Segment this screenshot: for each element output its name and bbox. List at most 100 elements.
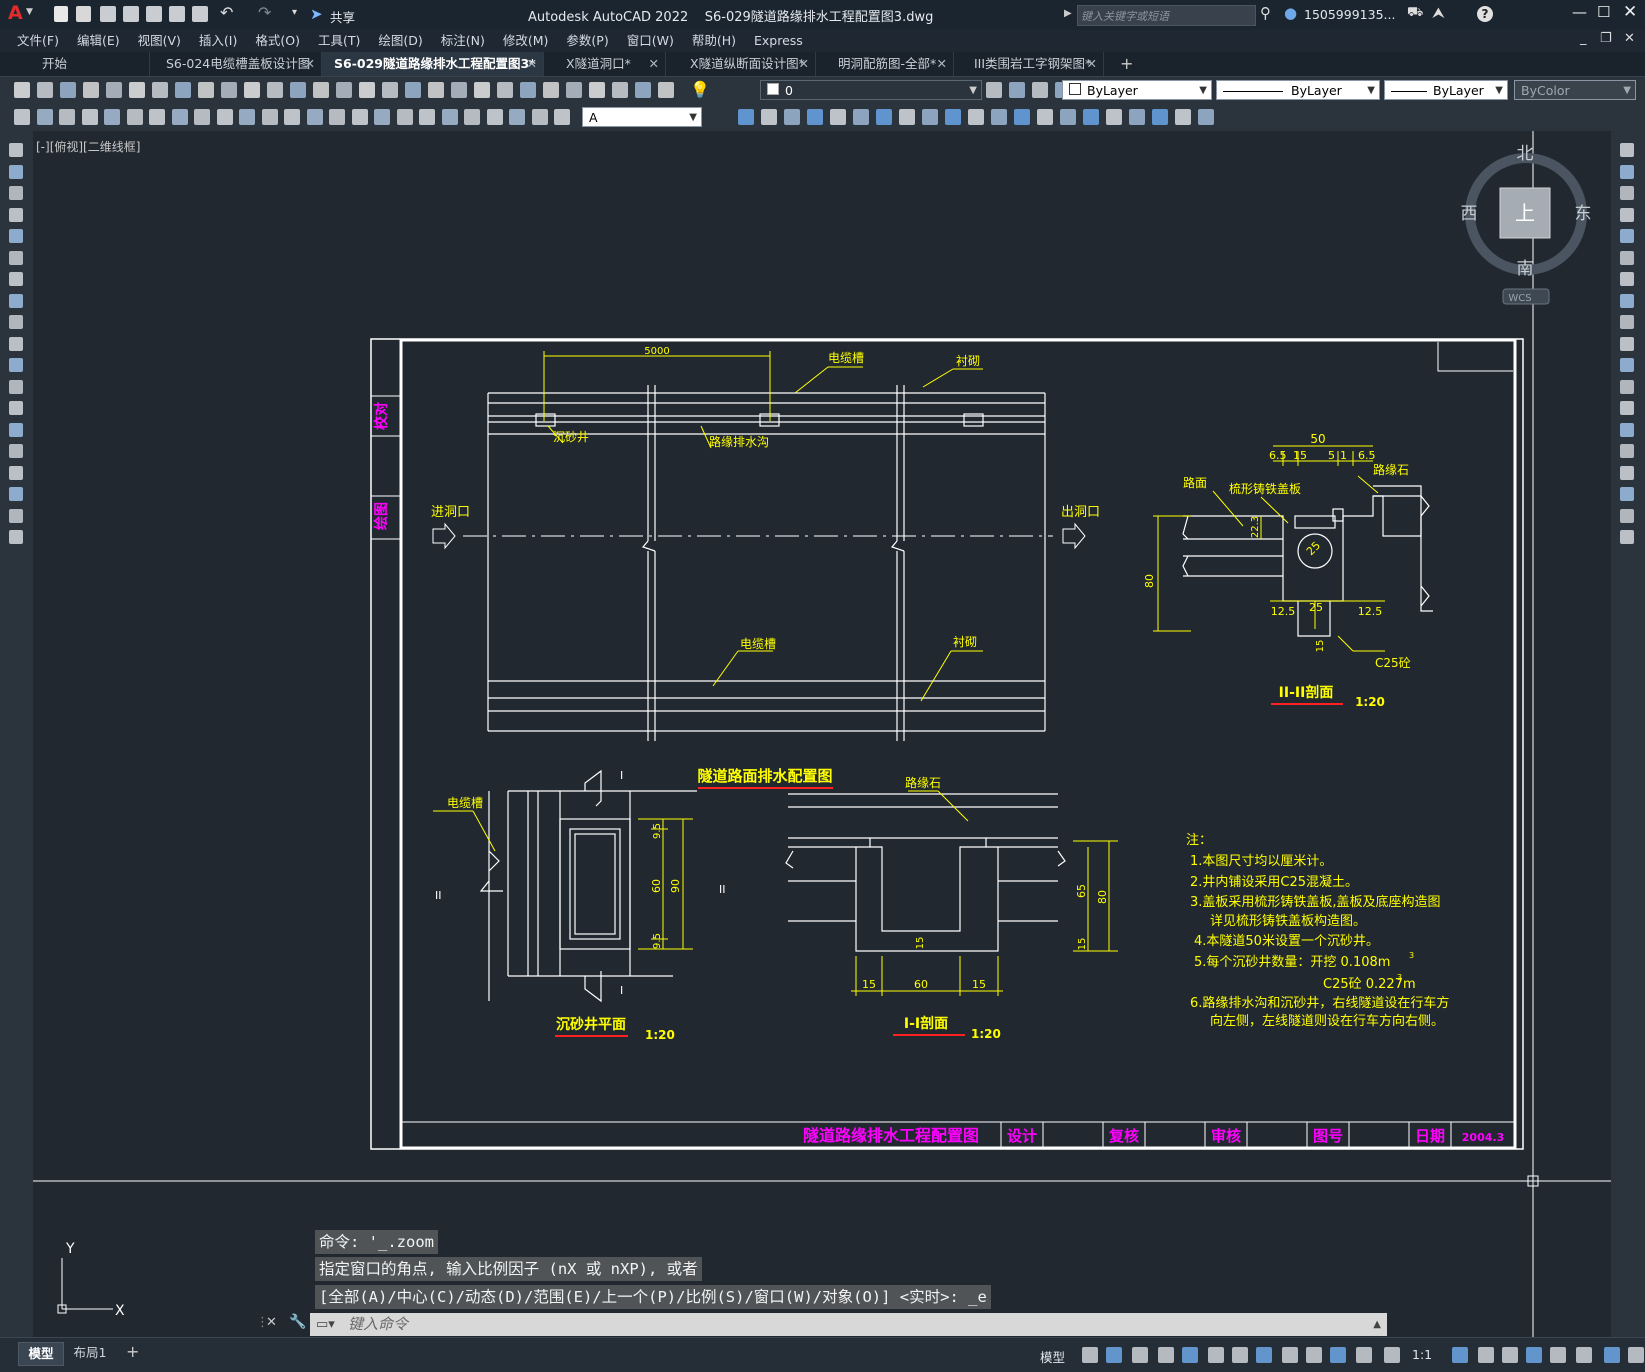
maximize-icon[interactable]: ☐	[1597, 3, 1610, 21]
match-icon[interactable]	[221, 82, 237, 98]
autocad-logo[interactable]: A	[8, 2, 23, 24]
menu-item[interactable]: 绘图(D)	[369, 30, 431, 52]
new-file-icon[interactable]	[54, 6, 68, 22]
redo-icon[interactable]	[267, 82, 283, 98]
connect-icon[interactable]: ⮝	[1432, 4, 1445, 22]
user-account[interactable]: 1505999135...	[1304, 7, 1395, 22]
mirror-icon[interactable]	[1620, 186, 1634, 200]
chamfer-icon[interactable]	[1620, 444, 1634, 458]
revcloud-icon[interactable]	[9, 294, 23, 308]
layer-state-icon[interactable]: 💡	[690, 80, 710, 99]
viewcube-west[interactable]: 西	[1461, 204, 1478, 224]
new-icon[interactable]	[14, 82, 30, 98]
tab-document[interactable]: S6-024电缆槽盖板设计图 ✕	[150, 52, 322, 76]
hatch-icon[interactable]	[9, 444, 23, 458]
osnap-track-icon[interactable]	[1208, 1347, 1224, 1363]
save-icon[interactable]	[566, 82, 582, 98]
rotate-icon[interactable]	[1620, 272, 1634, 286]
annotation-scale[interactable]: 1:1	[1412, 1347, 1432, 1362]
menu-item[interactable]: 标注(N)	[432, 30, 494, 52]
command-prompt-icon[interactable]: ▭▾	[316, 1313, 335, 1336]
viewcube-north[interactable]: 北	[1517, 144, 1534, 164]
dim-arc-icon[interactable]	[59, 109, 75, 125]
dim-linear-icon[interactable]	[14, 109, 30, 125]
tab-document[interactable]: 明洞配筋图-全部* ✕	[816, 52, 954, 76]
annotation-monitor-icon[interactable]	[1452, 1347, 1468, 1363]
command-close-icon[interactable]: ✕	[266, 1315, 277, 1330]
preview-icon[interactable]	[106, 82, 122, 98]
revcloud-icon[interactable]	[1037, 109, 1053, 125]
fillet-icon[interactable]	[1620, 466, 1634, 480]
offset-icon[interactable]	[1620, 208, 1634, 222]
sheet-set-icon[interactable]	[428, 82, 444, 98]
extend-icon[interactable]	[1620, 358, 1634, 372]
customize-status-icon[interactable]	[1628, 1347, 1644, 1363]
help-icon[interactable]: ?	[1477, 6, 1493, 22]
boundary-icon[interactable]	[968, 109, 984, 125]
command-input[interactable]: ▭▾ 键入命令 ▲	[310, 1313, 1387, 1336]
layout-icon[interactable]	[1129, 109, 1145, 125]
print-icon[interactable]	[83, 82, 99, 98]
ortho-icon[interactable]	[1132, 1347, 1148, 1363]
gradient-icon[interactable]	[945, 109, 961, 125]
mtext-icon[interactable]	[9, 530, 23, 544]
new-tab-icon[interactable]: +	[1120, 54, 1133, 73]
polar-icon[interactable]	[1158, 1347, 1174, 1363]
viewport-icon[interactable]	[1152, 109, 1168, 125]
tool-palette-icon[interactable]	[405, 82, 421, 98]
calculator-icon[interactable]	[474, 82, 490, 98]
menu-item[interactable]: Express	[745, 30, 812, 52]
doc-minimize-icon[interactable]: _	[1580, 31, 1587, 46]
dim-break-icon[interactable]	[284, 109, 300, 125]
menu-item[interactable]: 视图(V)	[129, 30, 190, 52]
undo-icon[interactable]	[244, 82, 260, 98]
spline-icon[interactable]	[9, 315, 23, 329]
erase-icon[interactable]	[1620, 143, 1634, 157]
grid-icon[interactable]	[1082, 1347, 1098, 1363]
field-icon[interactable]	[1106, 109, 1122, 125]
ole-icon[interactable]	[853, 109, 869, 125]
print-icon[interactable]	[589, 82, 605, 98]
pan-icon[interactable]	[290, 82, 306, 98]
dim-aligned-icon[interactable]	[509, 109, 525, 125]
baseline-icon[interactable]	[217, 109, 233, 125]
osnap-icon[interactable]	[1232, 1347, 1248, 1363]
layer-match-icon[interactable]	[1009, 82, 1025, 98]
doc-restore-icon[interactable]: ❐	[1600, 31, 1612, 46]
hatch-icon[interactable]	[922, 109, 938, 125]
tab-close-icon[interactable]: ✕	[937, 52, 947, 76]
viewcube[interactable]: 上 北 南 西 东 WCS	[1461, 144, 1592, 305]
join-icon[interactable]	[1620, 423, 1634, 437]
save-icon[interactable]	[60, 82, 76, 98]
table-icon[interactable]	[9, 509, 23, 523]
continue-icon[interactable]	[239, 109, 255, 125]
publish-icon[interactable]	[129, 82, 145, 98]
new-icon[interactable]	[520, 82, 536, 98]
dim-ordinate-icon[interactable]	[554, 109, 570, 125]
layer-tool-icon[interactable]	[986, 82, 1002, 98]
quick-props-icon[interactable]	[1502, 1347, 1518, 1363]
move-icon[interactable]	[1620, 251, 1634, 265]
block-icon[interactable]	[1198, 109, 1214, 125]
stretch-icon[interactable]	[1620, 315, 1634, 329]
user-icon[interactable]: ●	[1284, 4, 1297, 22]
layer-dropdown[interactable]: 0 ▼	[760, 80, 982, 100]
dim-angular-icon[interactable]	[172, 109, 188, 125]
xref-icon[interactable]	[807, 109, 823, 125]
array-icon[interactable]	[1620, 229, 1634, 243]
insert-block-icon[interactable]	[9, 380, 23, 394]
save-icon[interactable]	[100, 6, 116, 22]
paste-icon[interactable]	[198, 82, 214, 98]
undo-icon[interactable]: ↶	[220, 3, 233, 22]
tab-document[interactable]: III类围岩工字钢架图* ✕	[954, 52, 1104, 76]
jogged-linear-icon[interactable]	[374, 109, 390, 125]
rectangle-icon[interactable]	[9, 229, 23, 243]
break-point-icon[interactable]	[1620, 380, 1634, 394]
share-button[interactable]: 共享	[330, 7, 355, 26]
plot-icon[interactable]	[192, 6, 208, 22]
clean-screen-icon[interactable]	[1604, 1347, 1620, 1363]
text-style-dropdown[interactable]: A ▼	[582, 107, 702, 127]
draworder-icon[interactable]	[899, 109, 915, 125]
workspace-gear-icon[interactable]	[1384, 1347, 1400, 1363]
dim-linear-icon[interactable]	[487, 109, 503, 125]
